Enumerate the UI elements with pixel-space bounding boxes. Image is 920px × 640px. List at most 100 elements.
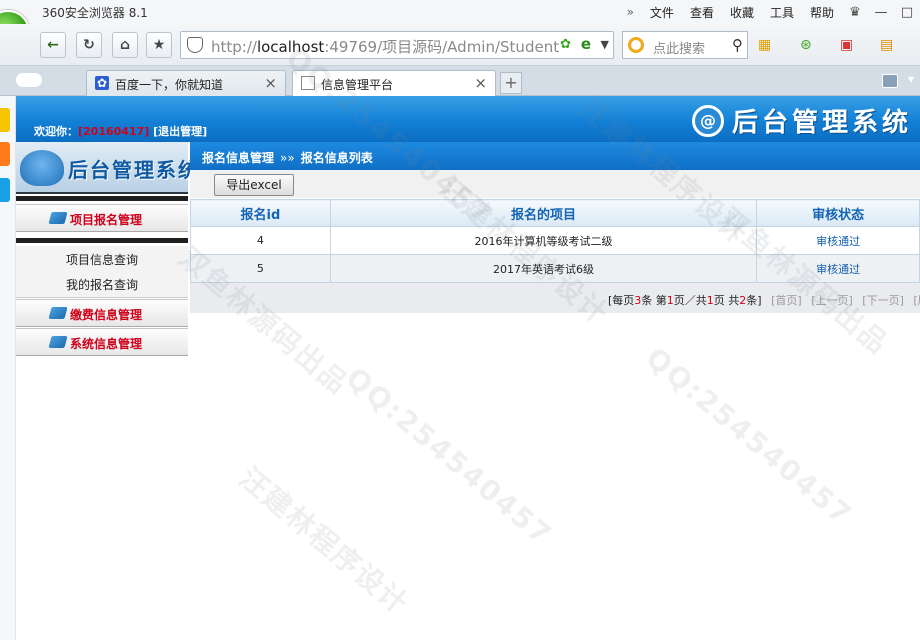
pagination-bar: [每页3条 第1页／共1页 共2条] [首页] [上一页] [下一页] [尾 [190, 283, 920, 313]
breadcrumb-bar: 报名信息管理 »» 报名信息列表 [190, 142, 920, 170]
back-arrow-icon[interactable]: ← [40, 32, 66, 58]
cell-project: 2017年英语考试6级 [329, 254, 758, 283]
pager-text: 条] [746, 294, 762, 307]
refresh-icon[interactable]: ↻ [76, 32, 102, 58]
page-icon [301, 76, 315, 90]
tab-baidu[interactable]: ✿ 百度一下，你就知道 × [86, 70, 286, 96]
pager-last-link[interactable]: [尾 [913, 294, 920, 307]
url-host: localhost [256, 38, 325, 56]
menu-group-payment[interactable]: 缴费信息管理 [16, 299, 188, 327]
browser-app-name: 360安全浏览器 8.1 [42, 6, 148, 20]
search-icon[interactable]: ⚲ [732, 36, 743, 54]
menu-group-label: 系统信息管理 [70, 337, 143, 351]
tab-list-icon[interactable] [882, 74, 898, 88]
new-tab-button[interactable]: + [500, 72, 522, 94]
address-bar[interactable]: http://localhost:49769/项目源码/Admin/Studen… [180, 31, 614, 59]
close-icon[interactable]: × [264, 74, 277, 92]
pager-first-link[interactable]: [首页] [771, 294, 802, 307]
pagination: [每页3条 第1页／共1页 共2条] [首页] [上一页] [下一页] [尾 [608, 292, 920, 308]
url-scheme: http:// [211, 38, 257, 56]
menu-help[interactable]: 帮助 [802, 4, 842, 21]
address-refresh-icon[interactable]: ✿ [560, 37, 571, 52]
menu-file[interactable]: 文件 [642, 4, 682, 21]
pager-next-link[interactable]: [下一页] [862, 294, 904, 307]
breadcrumb-item: 报名信息列表 [300, 151, 373, 165]
search-engine-icon[interactable] [628, 37, 644, 53]
menu-item-my-signups[interactable]: 我的报名查询 [16, 273, 188, 298]
export-excel-button[interactable]: 导出excel [214, 174, 294, 196]
minimize-button[interactable]: — [868, 5, 894, 20]
cell-project: 2016年计算机等级考试二级 [329, 226, 758, 255]
table-row: 5 2017年英语考试6级 审核通过 [190, 254, 920, 283]
folder-icon [48, 212, 68, 224]
user-id: [20160417] [78, 125, 150, 138]
menu-tools[interactable]: 工具 [762, 4, 802, 21]
ie-mode-icon[interactable]: e [581, 35, 591, 53]
menu-group-signup[interactable]: 项目报名管理 [16, 204, 188, 232]
main-content: 报名信息管理 »» 报名信息列表 导出excel 报名id 报名的项目 审核状态 4… [190, 142, 920, 640]
folder-icon [48, 307, 68, 319]
folder-icon [48, 336, 68, 348]
welcome-prefix: 欢迎你： [34, 125, 78, 138]
sidebar-app-icon[interactable] [0, 178, 10, 202]
security-shield-icon [187, 37, 203, 53]
apps-grid-icon[interactable]: ▦ [758, 37, 771, 53]
cell-status-link[interactable]: 审核通过 [756, 254, 920, 283]
tab-admin[interactable]: 信息管理平台 × [292, 70, 496, 96]
cell-id: 5 [190, 254, 331, 283]
home-icon[interactable]: ⌂ [112, 32, 138, 58]
menu-view[interactable]: 查看 [682, 4, 722, 21]
adblock-icon[interactable]: ▣ [840, 37, 853, 53]
menu-more-chevron[interactable]: » [619, 5, 642, 19]
menu-favorites[interactable]: 收藏 [722, 4, 762, 21]
cell-id: 4 [190, 226, 331, 255]
welcome-text: 欢迎你：[20160417] [退出管理] [34, 123, 207, 139]
close-icon[interactable]: × [474, 74, 487, 92]
cloud-sync-icon[interactable] [16, 73, 42, 87]
table-header-row: 报名id 报名的项目 审核状态 [190, 199, 920, 227]
menu-submenu: 项目信息查询 我的报名查询 [16, 246, 188, 298]
system-logo-icon: @ [691, 104, 724, 137]
pager-total-pages: 1 [706, 294, 714, 307]
address-url[interactable]: http://localhost:49769/项目源码/Admin/Studen… [211, 36, 559, 57]
signup-table: 报名id 报名的项目 审核状态 4 2016年计算机等级考试二级 审核通过 5 … [190, 199, 920, 283]
cell-status-link[interactable]: 审核通过 [756, 226, 920, 255]
column-header-project: 报名的项目 [329, 199, 758, 227]
tab-bar: ✿ 百度一下，你就知道 × 信息管理平台 × + ▾ [0, 66, 920, 96]
pager-prev-link[interactable]: [上一页] [811, 294, 853, 307]
octopus-logo-icon [20, 150, 64, 186]
url-path: :49769/项目源码/Admin/Student [324, 38, 560, 56]
divider [16, 196, 188, 201]
security-guard-icon[interactable]: ⊛ [800, 37, 812, 53]
breadcrumb-item[interactable]: 报名信息管理 [202, 151, 274, 165]
skin-icon[interactable]: ♛ [842, 5, 868, 20]
system-brand: @ 后台管理系统 [691, 102, 912, 139]
pager-text: 页 共 [713, 294, 740, 307]
page-header: 欢迎你：[20160417] [退出管理] @ 后台管理系统 [16, 96, 920, 142]
sidebar-title: 后台管理系统 [68, 158, 200, 182]
browser-title-bar: 360安全浏览器 8.1 » 文件 查看 收藏 工具 帮助 ♛ — □ [0, 0, 920, 24]
chevron-down-icon[interactable]: ▾ [908, 72, 914, 86]
maximize-button[interactable]: □ [894, 5, 920, 20]
sidebar-favorites-icon[interactable] [0, 108, 10, 132]
sidebar-header: 后台管理系统 [16, 142, 198, 194]
baidu-paw-icon: ✿ [95, 76, 109, 90]
address-dropdown-icon[interactable]: ▼ [601, 38, 609, 51]
admin-sidebar: 后台管理系统 项目报名管理 项目信息查询 我的报名查询 缴费信息管理 系统信息管… [16, 142, 198, 356]
pager-text: 条 第 [641, 294, 667, 307]
tab-label: 信息管理平台 [321, 78, 394, 92]
system-title: 后台管理系统 [731, 108, 912, 138]
pager-text: [每页 [608, 294, 635, 307]
breadcrumb: 报名信息管理 »» 报名信息列表 [202, 149, 373, 166]
sidebar-weibo-icon[interactable] [0, 142, 10, 166]
favorite-star-icon[interactable]: ★ [146, 32, 172, 58]
column-header-id: 报名id [190, 199, 331, 227]
tab-label: 百度一下，你就知道 [115, 78, 224, 92]
logout-link[interactable]: [退出管理] [153, 125, 207, 138]
extension-icon[interactable]: ▤ [880, 37, 893, 53]
menu-item-project-query[interactable]: 项目信息查询 [16, 248, 188, 273]
search-placeholder: 点此搜索 [653, 42, 706, 57]
menu-group-system[interactable]: 系统信息管理 [16, 328, 188, 356]
search-box[interactable]: 点此搜索 ⚲ [622, 31, 748, 59]
table-row: 4 2016年计算机等级考试二级 审核通过 [190, 226, 920, 255]
